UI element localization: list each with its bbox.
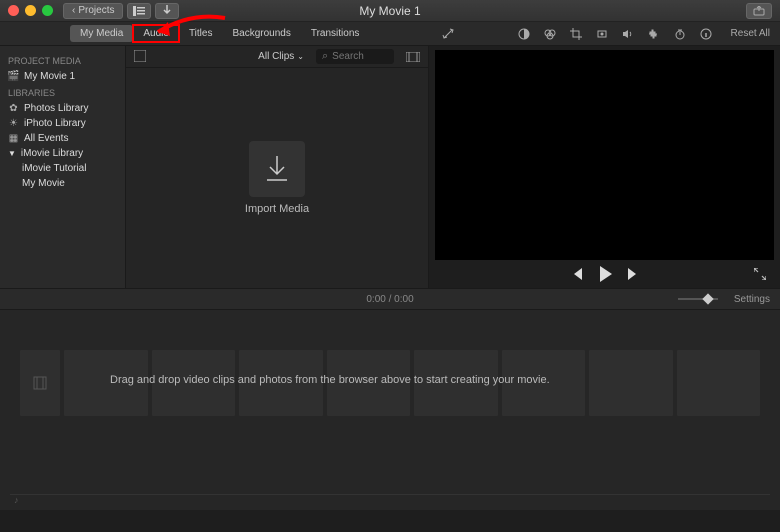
- fullscreen-button[interactable]: [754, 268, 766, 280]
- source-tabs: My Media Audio Titles Backgrounds Transi…: [70, 25, 369, 42]
- projects-label: Projects: [78, 5, 114, 16]
- zoom-slider[interactable]: [678, 298, 718, 300]
- project-media-heading: Project Media: [8, 56, 117, 66]
- tab-transitions[interactable]: Transitions: [301, 25, 370, 42]
- search-input[interactable]: [332, 51, 382, 62]
- events-icon: ▦: [8, 133, 19, 144]
- sidebar-item-all-events[interactable]: ▦ All Events: [8, 131, 117, 146]
- source-tabs-row: My Media Audio Titles Backgrounds Transi…: [0, 22, 780, 46]
- sidebar-item-label: Photos Library: [24, 103, 88, 114]
- browser-toolbar: All Clips ⌄ ⌕: [126, 46, 428, 68]
- sidebar-item-photos-library[interactable]: ✿ Photos Library: [8, 101, 117, 116]
- color-balance-icon[interactable]: [517, 27, 531, 41]
- filmstrip-toggle-icon[interactable]: [406, 52, 420, 62]
- color-correction-icon[interactable]: [543, 27, 557, 41]
- sidebar-item-label: iMovie Library: [21, 148, 83, 159]
- photos-icon: ✿: [8, 103, 19, 114]
- media-browser: All Clips ⌄ ⌕ Import Media: [126, 46, 428, 288]
- window-title: My Movie 1: [359, 4, 420, 18]
- enhance-icon[interactable]: [441, 27, 455, 41]
- maximize-window-button[interactable]: [42, 5, 53, 16]
- speed-icon[interactable]: [673, 27, 687, 41]
- tab-titles[interactable]: Titles: [179, 25, 223, 42]
- share-button[interactable]: [746, 3, 772, 19]
- stabilization-icon[interactable]: [595, 27, 609, 41]
- search-icon: ⌕: [322, 50, 328, 63]
- adjustment-tools: Reset All: [441, 27, 780, 41]
- tab-audio[interactable]: Audio: [133, 25, 179, 42]
- timeline-empty-message: Drag and drop video clips and photos fro…: [110, 374, 720, 386]
- prev-frame-button[interactable]: [570, 268, 584, 280]
- sidebar-item-project[interactable]: 🎬 My Movie 1: [8, 69, 117, 84]
- viewer-panel: [428, 46, 780, 288]
- timeline[interactable]: Drag and drop video clips and photos fro…: [0, 310, 780, 510]
- settings-button[interactable]: Settings: [734, 294, 770, 305]
- sidebar-item-label: iMovie Tutorial: [22, 163, 86, 174]
- view-mode-icon[interactable]: [134, 50, 148, 64]
- iphoto-icon: ☀: [8, 118, 19, 129]
- disclosure-triangle-icon[interactable]: ▼: [8, 149, 16, 158]
- sidebar: Project Media 🎬 My Movie 1 Libraries ✿ P…: [0, 46, 126, 288]
- titlebar-buttons: ‹Projects: [63, 3, 179, 19]
- sidebar-item-iphoto-library[interactable]: ☀ iPhoto Library: [8, 116, 117, 131]
- import-button[interactable]: [155, 3, 179, 19]
- volume-icon[interactable]: [621, 27, 635, 41]
- sidebar-item-imovie-library[interactable]: ▼ iMovie Library: [8, 146, 117, 161]
- transport-controls: [429, 260, 780, 288]
- preview-canvas: [435, 50, 774, 260]
- clips-filter-label: All Clips: [258, 51, 294, 62]
- browser-body: Import Media: [126, 68, 428, 288]
- time-ruler: 0:00 / 0:00 Settings: [0, 288, 780, 310]
- time-display: 0:00 / 0:00: [366, 294, 413, 305]
- import-media-label: Import Media: [245, 203, 309, 215]
- crop-icon[interactable]: [569, 27, 583, 41]
- clips-filter-dropdown[interactable]: All Clips ⌄: [258, 51, 304, 62]
- chevron-down-icon: ⌄: [297, 52, 304, 61]
- sidebar-item-label: My Movie 1: [24, 71, 75, 82]
- track-header: [20, 350, 60, 416]
- noise-reduction-icon[interactable]: [647, 27, 661, 41]
- window-controls: [8, 5, 53, 16]
- tab-my-media[interactable]: My Media: [70, 25, 133, 42]
- info-icon[interactable]: [699, 27, 713, 41]
- clapper-icon: 🎬: [8, 71, 19, 82]
- library-list-button[interactable]: [127, 3, 151, 19]
- content-row: Project Media 🎬 My Movie 1 Libraries ✿ P…: [0, 46, 780, 288]
- next-frame-button[interactable]: [626, 268, 640, 280]
- sidebar-item-my-movie[interactable]: My Movie: [8, 176, 117, 191]
- film-icon: [32, 375, 48, 391]
- sidebar-item-label: All Events: [24, 133, 68, 144]
- tab-backgrounds[interactable]: Backgrounds: [222, 25, 300, 42]
- close-window-button[interactable]: [8, 5, 19, 16]
- titlebar: ‹Projects My Movie 1: [0, 0, 780, 22]
- sidebar-item-label: My Movie: [22, 178, 65, 189]
- minimize-window-button[interactable]: [25, 5, 36, 16]
- zoom-slider-thumb[interactable]: [702, 293, 713, 304]
- projects-back-button[interactable]: ‹Projects: [63, 3, 123, 19]
- libraries-heading: Libraries: [8, 88, 117, 98]
- play-button[interactable]: [598, 266, 612, 282]
- music-note-icon: ♪: [14, 495, 19, 505]
- reset-all-button[interactable]: Reset All: [731, 28, 770, 39]
- audio-track[interactable]: ♪: [10, 494, 770, 504]
- sidebar-item-imovie-tutorial[interactable]: iMovie Tutorial: [8, 161, 117, 176]
- sidebar-item-label: iPhoto Library: [24, 118, 86, 129]
- search-field[interactable]: ⌕: [316, 49, 394, 64]
- import-media-button[interactable]: [249, 141, 305, 197]
